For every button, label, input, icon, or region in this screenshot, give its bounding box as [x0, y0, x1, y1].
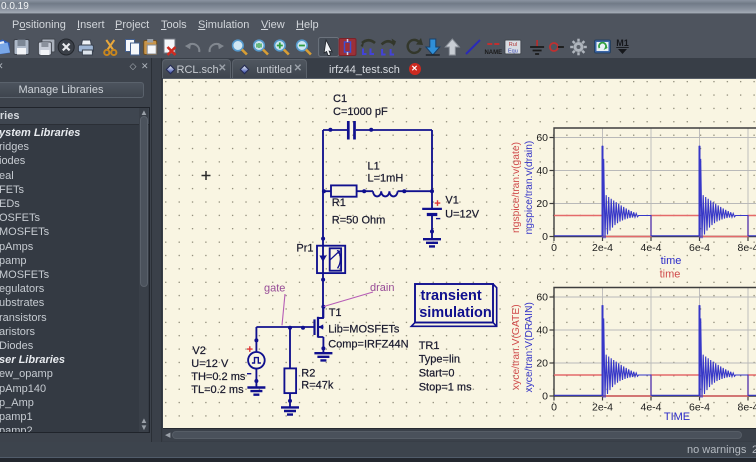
svg-text:8e-4: 8e-4: [737, 242, 756, 254]
svg-text:0: 0: [542, 231, 548, 243]
svg-text:R=50 Ohm: R=50 Ohm: [332, 215, 386, 227]
svg-text:U=12V: U=12V: [445, 209, 480, 221]
svg-text:time: time: [660, 269, 681, 281]
svg-text:xyce/tran.V(GATE): xyce/tran.V(GATE): [511, 304, 522, 390]
svg-text:time: time: [661, 255, 682, 267]
svg-text:0: 0: [542, 391, 548, 403]
svg-text:C1: C1: [333, 93, 347, 105]
svg-text:Comp=IRFZ44N: Comp=IRFZ44N: [328, 339, 408, 351]
svg-text:M1: M1: [616, 38, 629, 48]
svg-text:R=47k: R=47k: [301, 380, 334, 392]
svg-text:2e-4: 2e-4: [592, 242, 613, 254]
svg-text:6e-4: 6e-4: [689, 402, 710, 414]
svg-text:2e-4: 2e-4: [592, 402, 613, 414]
svg-text:R2: R2: [301, 368, 315, 380]
svg-text:Stop=1 ms: Stop=1 ms: [419, 382, 472, 394]
svg-text:gate: gate: [264, 283, 285, 295]
svg-text:TH=0.2 ms: TH=0.2 ms: [191, 371, 246, 383]
svg-text:TIME: TIME: [664, 411, 690, 423]
svg-text:L1: L1: [368, 161, 380, 173]
svg-text:60: 60: [536, 292, 548, 304]
svg-text:Pr1: Pr1: [296, 243, 313, 255]
svg-text:drain: drain: [370, 282, 394, 294]
svg-text:U=12 V: U=12 V: [191, 358, 229, 370]
svg-text:V2: V2: [192, 345, 205, 357]
svg-text:TL=0.2 ms: TL=0.2 ms: [191, 384, 244, 396]
svg-text:20: 20: [536, 198, 548, 210]
svg-text:Equ: Equ: [508, 49, 518, 55]
svg-text:6e-4: 6e-4: [689, 242, 710, 254]
svg-text:20: 20: [536, 358, 548, 370]
svg-text:40: 40: [536, 325, 548, 337]
svg-text:0: 0: [551, 242, 557, 254]
svg-text:xyce/tran.V(DRAIN): xyce/tran.V(DRAIN): [524, 302, 535, 392]
svg-text:Start=0: Start=0: [419, 368, 455, 380]
svg-text:0: 0: [551, 402, 557, 414]
svg-text:V1: V1: [445, 195, 458, 207]
svg-text:Lib=MOSFETs: Lib=MOSFETs: [328, 324, 400, 336]
svg-text:transient: transient: [421, 288, 482, 304]
svg-text:8e-4: 8e-4: [737, 402, 756, 414]
svg-text:C=1000 pF: C=1000 pF: [333, 106, 388, 118]
svg-text:4e-4: 4e-4: [640, 242, 661, 254]
svg-text:4e-4: 4e-4: [640, 402, 661, 414]
svg-text:Rul: Rul: [509, 42, 517, 48]
svg-text:L=1mH: L=1mH: [368, 173, 404, 185]
svg-text:ngspice/tran.v(gate): ngspice/tran.v(gate): [511, 142, 522, 233]
svg-text:R1: R1: [332, 197, 346, 209]
svg-text:40: 40: [536, 165, 548, 177]
svg-text:ngspice/tran.v(drain): ngspice/tran.v(drain): [524, 141, 535, 235]
svg-text:Type=lin: Type=lin: [419, 354, 460, 366]
svg-text:60: 60: [536, 132, 548, 144]
svg-text:NAME: NAME: [484, 50, 502, 56]
svg-text:simulation: simulation: [419, 305, 492, 321]
svg-text:T1: T1: [329, 307, 342, 319]
svg-text:TR1: TR1: [419, 340, 440, 352]
